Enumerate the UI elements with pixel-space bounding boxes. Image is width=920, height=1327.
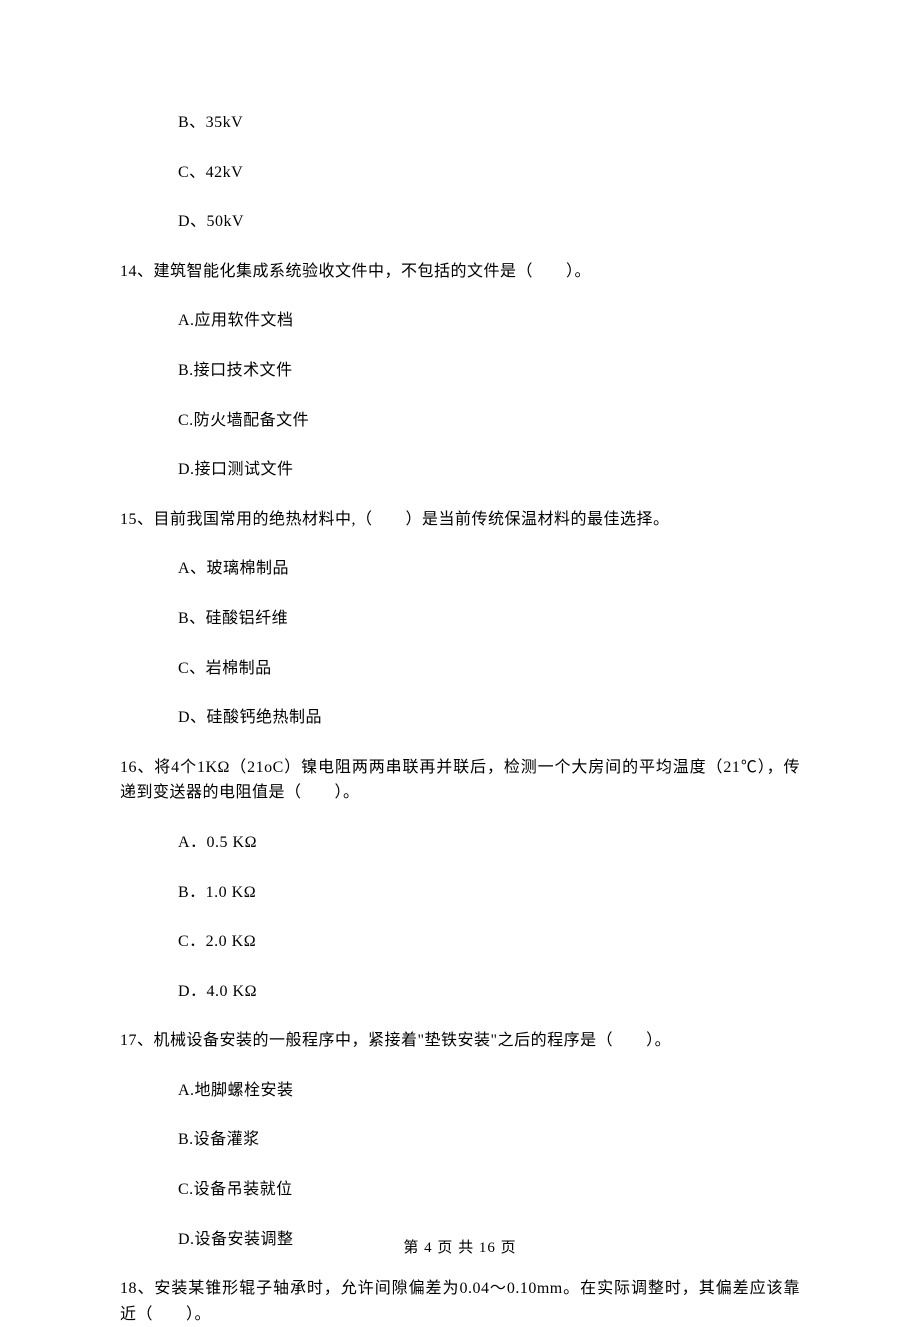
q15-option-a: A、玻璃棉制品 (178, 556, 800, 582)
q16-option-b: B．1.0 KΩ (178, 880, 800, 906)
q15-option-b: B、硅酸铝纤维 (178, 606, 800, 632)
q13-option-c: C、42kV (178, 160, 800, 186)
q17-option-b: B.设备灌浆 (178, 1127, 800, 1153)
q16-option-c: C．2.0 KΩ (178, 929, 800, 955)
q13-option-d: D、50kV (178, 209, 800, 235)
q16-stem: 16、将4个1KΩ（21oC）镍电阻两两串联再并联后，检测一个大房间的平均温度（… (120, 755, 800, 806)
q15-option-c: C、岩棉制品 (178, 656, 800, 682)
q15-stem: 15、目前我国常用的绝热材料中,（ ）是当前传统保温材料的最佳选择。 (120, 507, 800, 533)
q14-stem: 14、建筑智能化集成系统验收文件中，不包括的文件是（ ）。 (120, 259, 800, 285)
q14-option-a: A.应用软件文档 (178, 308, 800, 334)
q16-option-d: D．4.0 KΩ (178, 979, 800, 1005)
q17-option-c: C.设备吊装就位 (178, 1177, 800, 1203)
page-footer: 第 4 页 共 16 页 (0, 1236, 920, 1260)
q17-stem: 17、机械设备安装的一般程序中，紧接着"垫铁安装"之后的程序是（ ）。 (120, 1028, 800, 1054)
q14-option-d: D.接口测试文件 (178, 457, 800, 483)
q16-option-a: A．0.5 KΩ (178, 830, 800, 856)
q14-option-c: C.防火墙配备文件 (178, 408, 800, 434)
q17-option-a: A.地脚螺栓安装 (178, 1078, 800, 1104)
q13-option-b: B、35kV (178, 110, 800, 136)
q14-option-b: B.接口技术文件 (178, 358, 800, 384)
q15-option-d: D、硅酸钙绝热制品 (178, 705, 800, 731)
